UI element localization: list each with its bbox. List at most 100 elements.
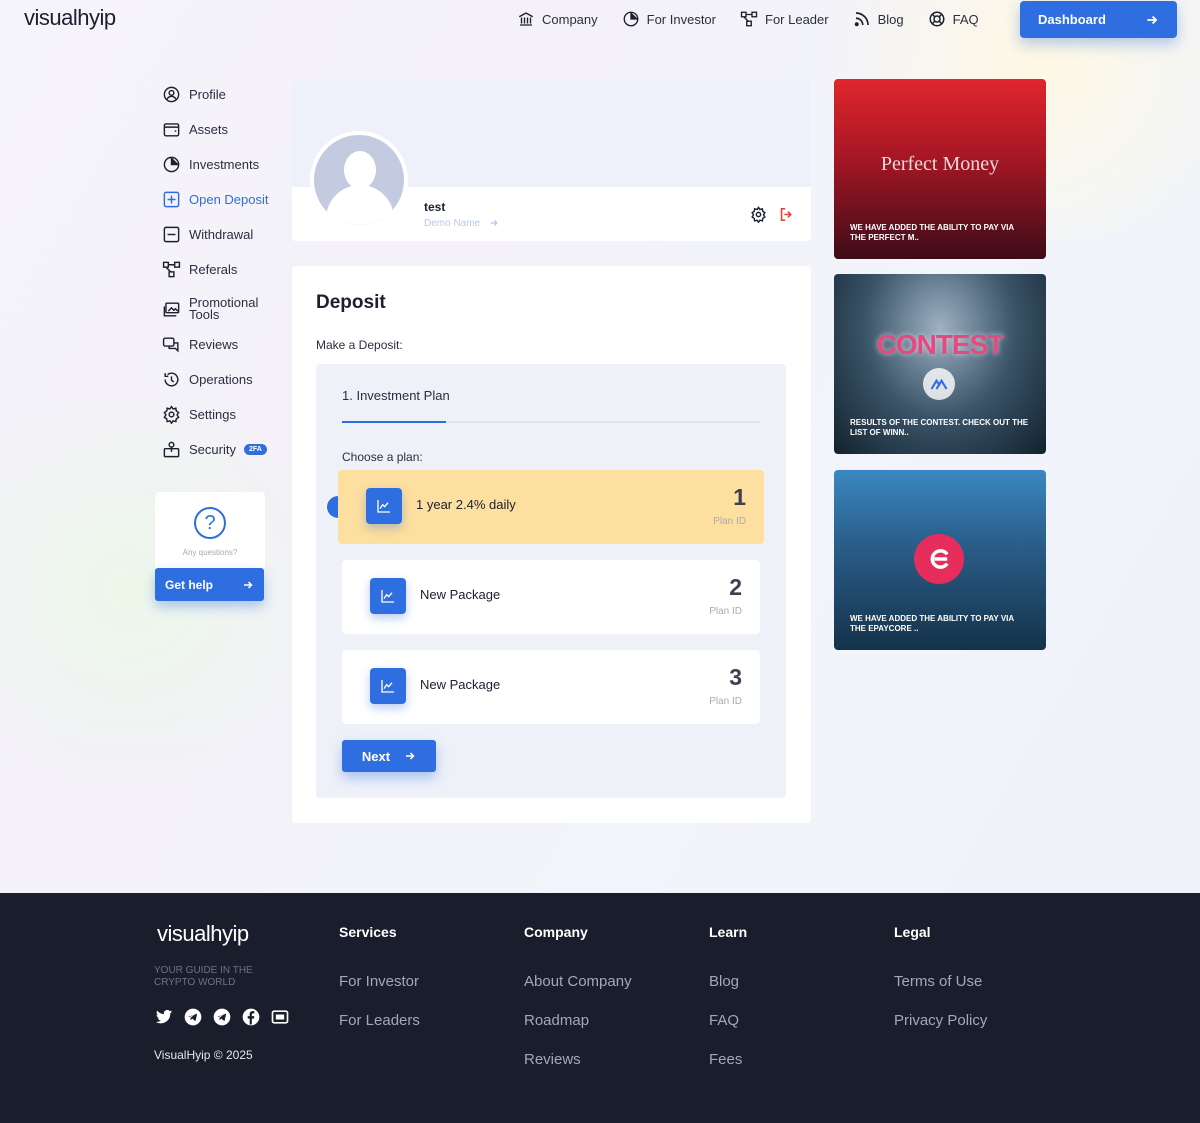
main-nav: Company For Investor For Leader Blog FAQ	[517, 10, 1003, 28]
sidebar-item-promotional-tools[interactable]: Promotional Tools	[162, 294, 282, 324]
news-card-perfect-money[interactable]: Perfect Money WE HAVE ADDED THE ABILITY …	[834, 79, 1046, 259]
news-caption: RESULTS OF THE CONTEST. CHECK OUT THE LI…	[850, 418, 1029, 437]
choose-plan-label: Choose a plan:	[342, 450, 423, 464]
sidebar-item-profile[interactable]: Profile	[162, 84, 282, 104]
nav-company[interactable]: Company	[517, 10, 598, 28]
news-caption: WE HAVE ADDED THE ABILITY TO PAY VIA THE…	[850, 223, 1014, 242]
footer-link[interactable]: FAQ	[709, 1012, 747, 1031]
arrow-right-icon	[1147, 15, 1158, 24]
sidebar-item-settings[interactable]: Settings	[162, 404, 282, 424]
profile-name: test	[424, 200, 446, 214]
plan-name: New Package	[420, 677, 501, 692]
step-progress	[342, 421, 760, 423]
sidebar: Profile Assets Investments Open Deposit …	[162, 84, 282, 474]
chart-icon	[366, 488, 402, 524]
telegram-icon[interactable]	[183, 1007, 203, 1027]
sidebar-item-investments[interactable]: Investments	[162, 154, 282, 174]
footer-col-services: Services For Investor For Leaders	[339, 924, 420, 1031]
footer-link[interactable]: About Company	[524, 973, 632, 992]
footer-link[interactable]: Privacy Policy	[894, 1012, 987, 1031]
next-button[interactable]: Next	[342, 740, 436, 772]
news-card-epaycore[interactable]: WE HAVE ADDED THE ABILITY TO PAY VIA THE…	[834, 470, 1046, 650]
news-caption: WE HAVE ADDED THE ABILITY TO PAY VIA THE…	[850, 614, 1014, 633]
avatar[interactable]	[310, 131, 408, 229]
arrow-right-icon	[244, 580, 253, 589]
social-links	[154, 1007, 299, 1027]
brand-logo-icon	[923, 368, 955, 400]
footer-link[interactable]: For Investor	[339, 973, 420, 992]
footer: visualhyip YOUR GUIDE IN THE CRYPTO WORL…	[0, 893, 1200, 1123]
sidebar-item-open-deposit[interactable]: Open Deposit	[162, 189, 282, 209]
copyright: VisualHyip © 2025	[154, 1048, 253, 1062]
chart-icon	[370, 668, 406, 704]
wallet-icon	[163, 122, 180, 137]
question-icon: ?	[194, 507, 226, 539]
lifebuoy-icon	[929, 11, 945, 27]
plus-square-icon	[163, 191, 180, 207]
sidebar-item-withdrawal[interactable]: Withdrawal	[162, 224, 282, 244]
footer-col-company: Company About Company Roadmap Reviews	[524, 924, 632, 1070]
network-icon	[162, 261, 181, 277]
sidebar-item-operations[interactable]: Operations	[162, 369, 282, 389]
footer-tagline: YOUR GUIDE IN THE CRYPTO WORLD	[154, 965, 253, 988]
plan-id-number: 3	[729, 664, 742, 690]
minus-square-icon	[163, 226, 180, 242]
nav-blog[interactable]: Blog	[853, 10, 904, 28]
nav-for-leader[interactable]: For Leader	[740, 10, 829, 28]
news-card-contest[interactable]: CONTEST RESULTS OF THE CONTEST. CHECK OU…	[834, 274, 1046, 454]
deposit-form: 1. Investment Plan Choose a plan: 1 year…	[316, 364, 786, 798]
footer-link[interactable]: Fees	[709, 1051, 747, 1070]
nav-faq[interactable]: FAQ	[928, 10, 979, 28]
images-icon	[163, 301, 180, 317]
youtube-icon[interactable]	[270, 1007, 290, 1027]
chart-icon	[370, 578, 406, 614]
telegram-alt-icon[interactable]	[212, 1007, 232, 1027]
pie-chart-icon	[623, 11, 639, 27]
footer-link[interactable]: For Leaders	[339, 1012, 420, 1031]
sidebar-item-reviews[interactable]: Reviews	[162, 334, 282, 354]
footer-link[interactable]: Terms of Use	[894, 973, 987, 992]
twitter-icon[interactable]	[154, 1007, 174, 1027]
rss-icon	[854, 12, 869, 27]
plan-id-label: Plan ID	[713, 516, 746, 527]
footer-col-legal: Legal Terms of Use Privacy Policy	[894, 924, 988, 1031]
epaycore-logo-icon	[914, 534, 964, 584]
2fa-badge: 2FA	[243, 443, 267, 455]
contest-title: CONTEST	[876, 329, 1005, 360]
bank-icon	[518, 12, 534, 26]
dashboard-button[interactable]: Dashboard	[1020, 1, 1177, 38]
network-icon	[740, 11, 758, 27]
sidebar-item-assets[interactable]: Assets	[162, 119, 282, 139]
plan-id-label: Plan ID	[709, 606, 742, 617]
profile-demo-name-link[interactable]: Demo Name	[424, 218, 499, 229]
logout-icon[interactable]	[778, 206, 795, 223]
lock-icon	[163, 441, 180, 457]
plan-option-2[interactable]: New Package 2 Plan ID	[342, 560, 760, 634]
footer-col-learn: Learn Blog FAQ Fees	[709, 924, 748, 1070]
sidebar-item-referals[interactable]: Referals	[162, 259, 282, 279]
footer-logo[interactable]: visualhyip	[157, 921, 249, 947]
deposit-subtitle: Make a Deposit:	[316, 338, 403, 352]
header: visualhyip Company For Investor For Lead…	[0, 0, 1200, 40]
plan-id-number: 1	[733, 484, 746, 510]
nav-for-investor[interactable]: For Investor	[622, 10, 716, 28]
plan-option-1[interactable]: 1 year 2.4% daily 1 Plan ID	[338, 470, 764, 544]
page-title: Deposit	[316, 292, 386, 313]
footer-link[interactable]: Roadmap	[524, 1012, 632, 1031]
plan-id-number: 2	[729, 574, 742, 600]
logo[interactable]: visualhyip	[24, 5, 116, 31]
user-circle-icon	[163, 86, 180, 102]
sidebar-item-security[interactable]: Security 2FA	[162, 439, 282, 459]
footer-link[interactable]: Blog	[709, 973, 747, 992]
plan-name: New Package	[420, 587, 501, 602]
gear-icon[interactable]	[750, 206, 767, 223]
help-card: ? Any questions? Get help	[155, 492, 265, 602]
get-help-button[interactable]: Get help	[155, 568, 264, 601]
facebook-icon[interactable]	[241, 1007, 261, 1027]
arrow-right-icon	[406, 752, 415, 760]
chat-icon	[162, 336, 179, 353]
plan-option-3[interactable]: New Package 3 Plan ID	[342, 650, 760, 724]
pie-chart-icon	[163, 156, 180, 172]
footer-link[interactable]: Reviews	[524, 1051, 632, 1070]
plan-id-label: Plan ID	[709, 696, 742, 707]
